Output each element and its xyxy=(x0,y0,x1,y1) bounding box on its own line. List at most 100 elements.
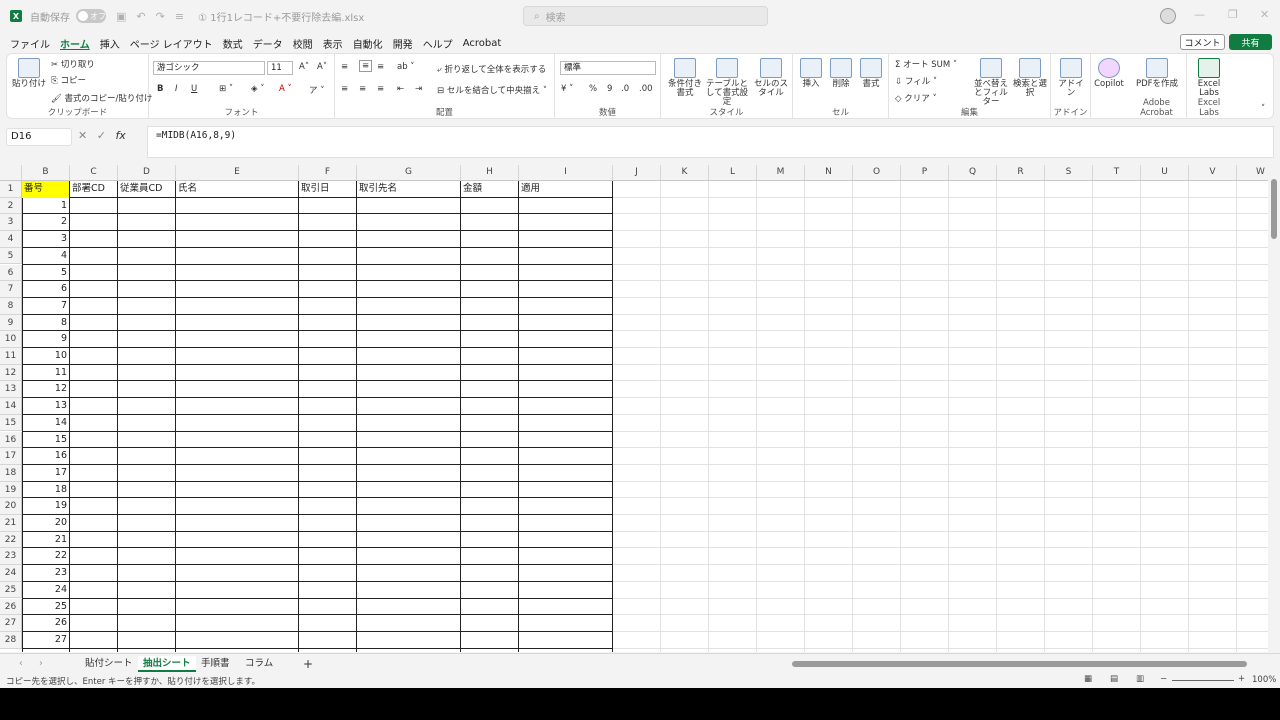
autosave-toggle[interactable]: オフ xyxy=(76,9,106,23)
wrap-text-button[interactable]: ⤶ 折り返して全体を表示する xyxy=(437,63,546,75)
number-cell[interactable]: 9 xyxy=(22,331,67,348)
column-header-Q[interactable]: Q xyxy=(949,165,997,181)
excel-labs-button[interactable]: Excel Labs xyxy=(1191,58,1227,98)
share-button[interactable]: 共有 xyxy=(1229,34,1272,50)
prev-sheet-icon[interactable]: ‹ xyxy=(14,656,28,672)
column-header-F[interactable]: F xyxy=(299,165,357,181)
column-header-W[interactable]: W xyxy=(1237,165,1268,181)
format-painter-button[interactable]: 🖌 書式のコピー/貼り付け xyxy=(51,92,152,104)
search-input[interactable]: ⌕ 検索 xyxy=(523,6,768,26)
row-header[interactable]: 28 xyxy=(0,631,22,649)
zoom-level[interactable]: 100% xyxy=(1252,675,1276,685)
number-cell[interactable]: 12 xyxy=(22,381,67,398)
column-header-M[interactable]: M xyxy=(757,165,805,181)
cancel-icon[interactable]: ✕ xyxy=(78,129,87,142)
number-cell[interactable]: 15 xyxy=(22,432,67,449)
number-cell[interactable]: 27 xyxy=(22,632,67,649)
name-box[interactable]: D16 xyxy=(6,128,72,146)
header-cell[interactable]: 適用 xyxy=(521,181,612,198)
addins-button[interactable]: アドイン xyxy=(1055,58,1087,98)
column-header-T[interactable]: T xyxy=(1093,165,1141,181)
next-sheet-icon[interactable]: › xyxy=(34,656,48,672)
redo-icon[interactable]: ↷ xyxy=(156,10,165,23)
number-cell[interactable]: 26 xyxy=(22,615,67,632)
insert-cells-button[interactable]: 挿入 xyxy=(797,58,825,89)
number-cell[interactable]: 6 xyxy=(22,281,67,298)
number-cell[interactable]: 17 xyxy=(22,465,67,482)
tab-2[interactable]: 挿入 xyxy=(100,36,120,51)
row-header[interactable]: 26 xyxy=(0,598,22,616)
row-header[interactable]: 4 xyxy=(0,231,22,248)
tab-5[interactable]: データ xyxy=(253,36,283,51)
account-avatar[interactable] xyxy=(1160,8,1176,24)
header-cell[interactable]: 取引先名 xyxy=(359,181,460,198)
add-sheet-icon[interactable]: + xyxy=(298,656,318,672)
number-format-select[interactable]: 標準 xyxy=(560,61,656,75)
zoom-out-icon[interactable]: − xyxy=(1160,674,1167,684)
number-cell[interactable]: 13 xyxy=(22,398,67,415)
tab-4[interactable]: 数式 xyxy=(223,36,243,51)
tab-10[interactable]: ヘルプ xyxy=(423,36,453,51)
column-header-G[interactable]: G xyxy=(357,165,461,181)
number-cell[interactable]: 7 xyxy=(22,298,67,315)
minimize-icon[interactable]: — xyxy=(1194,8,1205,21)
restore-icon[interactable]: ❐ xyxy=(1228,8,1238,21)
row-header[interactable]: 18 xyxy=(0,464,22,482)
number-cell[interactable]: 4 xyxy=(22,248,67,265)
row-header[interactable]: 7 xyxy=(0,281,22,298)
row-header[interactable]: 15 xyxy=(0,414,22,432)
row-header[interactable]: 2 xyxy=(0,197,22,215)
save-icon[interactable]: ▣ xyxy=(116,10,126,23)
align-center-icon[interactable]: ≡ xyxy=(359,84,366,94)
bold-button[interactable]: B xyxy=(157,84,163,94)
column-header-E[interactable]: E xyxy=(176,165,299,181)
cell-styles-button[interactable]: セルのスタイル xyxy=(753,58,789,98)
tab-9[interactable]: 開発 xyxy=(393,36,413,51)
align-left-icon[interactable]: ≡ xyxy=(341,84,348,94)
number-cell[interactable]: 3 xyxy=(22,231,67,248)
row-header[interactable]: 6 xyxy=(0,264,22,282)
tab-11[interactable]: Acrobat xyxy=(463,38,502,49)
row-header[interactable]: 14 xyxy=(0,398,22,415)
comma-icon[interactable]: 9 xyxy=(607,84,612,94)
row-header[interactable]: 13 xyxy=(0,381,22,399)
undo-icon[interactable]: ↶ xyxy=(136,10,145,23)
row-header[interactable]: 12 xyxy=(0,364,22,382)
header-cell[interactable]: 部署CD xyxy=(72,181,117,198)
percent-icon[interactable]: % xyxy=(589,84,597,94)
tab-6[interactable]: 校閲 xyxy=(293,36,313,51)
increase-indent-icon[interactable]: ⇥ xyxy=(415,84,422,94)
column-header-O[interactable]: O xyxy=(853,165,901,181)
row-header[interactable]: 24 xyxy=(0,565,22,582)
orientation-icon[interactable]: ab ˅ xyxy=(397,62,415,72)
align-top-icon[interactable]: ≡ xyxy=(341,62,348,72)
header-cell[interactable]: 取引日 xyxy=(301,181,356,198)
delete-cells-button[interactable]: 削除 xyxy=(827,58,855,89)
conditional-format-button[interactable]: 条件付き書式 xyxy=(667,58,703,98)
column-header-N[interactable]: N xyxy=(805,165,853,181)
shrink-font-icon[interactable]: A˅ xyxy=(317,62,327,72)
align-middle-icon[interactable]: ≡ xyxy=(359,60,373,72)
row-header[interactable]: 23 xyxy=(0,548,22,566)
row-header[interactable]: 22 xyxy=(0,531,22,549)
number-cell[interactable]: 11 xyxy=(22,365,67,382)
row-header[interactable]: 25 xyxy=(0,581,22,599)
grow-font-icon[interactable]: A˄ xyxy=(299,62,309,72)
paste-button[interactable]: 貼り付け xyxy=(11,58,47,89)
header-cell[interactable]: 従業員CD xyxy=(120,181,175,198)
sheet-tab-0[interactable]: 貼付シート xyxy=(80,656,138,672)
column-header-J[interactable]: J xyxy=(613,165,661,181)
italic-button[interactable]: I xyxy=(175,84,178,94)
insert-function-icon[interactable]: fx xyxy=(115,129,125,142)
format-cells-button[interactable]: 書式 xyxy=(857,58,885,89)
zoom-slider[interactable] xyxy=(1172,680,1234,681)
row-header[interactable]: 9 xyxy=(0,314,22,332)
row-header[interactable]: 27 xyxy=(0,615,22,632)
tab-0[interactable]: ファイル xyxy=(10,36,50,51)
number-cell[interactable]: 21 xyxy=(22,532,67,549)
row-header[interactable]: 11 xyxy=(0,348,22,365)
row-header[interactable]: 20 xyxy=(0,498,22,515)
comment-button[interactable]: コメント xyxy=(1180,34,1225,50)
tab-8[interactable]: 自動化 xyxy=(353,36,383,51)
row-header[interactable]: 8 xyxy=(0,297,22,315)
